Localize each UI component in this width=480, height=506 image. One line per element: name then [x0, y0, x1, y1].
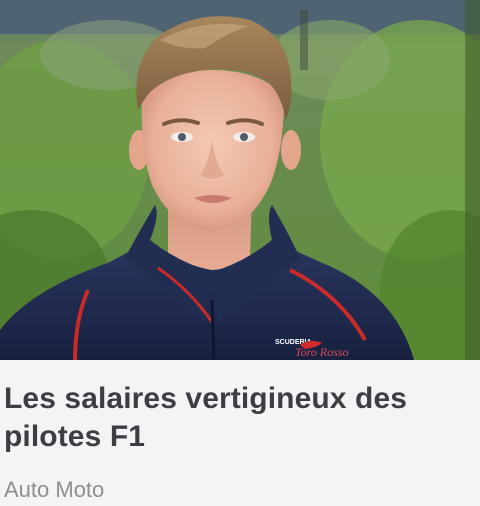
article-photo[interactable]: SCUDERIA Toro Rosso [0, 0, 480, 360]
article-card[interactable]: SCUDERIA Toro Rosso Les salaires vertigi… [0, 0, 480, 506]
article-headline[interactable]: Les salaires vertigineux des pilotes F1 [4, 380, 472, 456]
portrait-image: SCUDERIA Toro Rosso [0, 0, 480, 360]
article-category: Auto Moto [4, 477, 105, 502]
